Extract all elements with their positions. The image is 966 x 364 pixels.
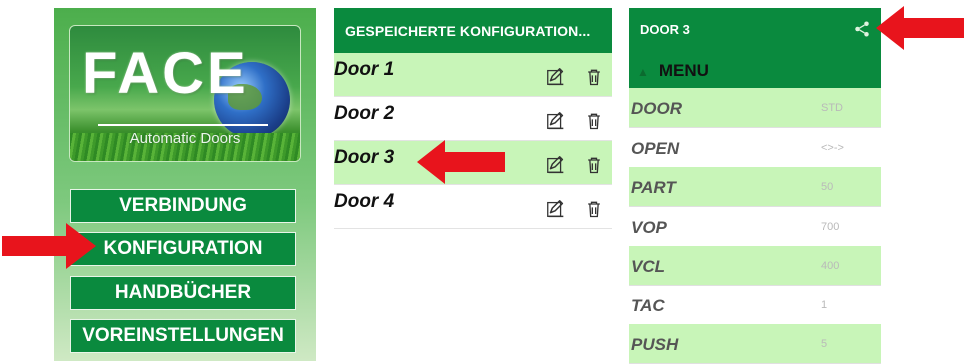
- param-key: DOOR: [631, 99, 682, 118]
- config-item-door-1[interactable]: Door 1: [334, 53, 612, 97]
- delete-icon[interactable]: [584, 198, 604, 220]
- share-icon[interactable]: [853, 20, 871, 38]
- config-name: Door 4: [334, 191, 395, 212]
- param-key: PUSH: [631, 335, 679, 354]
- edit-icon[interactable]: [545, 154, 567, 176]
- logo-title: FACE: [82, 41, 249, 106]
- param-key: OPEN: [631, 139, 680, 158]
- arrow-left-icon: [876, 6, 964, 50]
- param-row-push[interactable]: PUSH 5: [629, 324, 881, 364]
- config-name: Door 1: [334, 59, 395, 80]
- config-item-door-4[interactable]: Door 4: [334, 185, 612, 229]
- param-value: 700: [821, 221, 840, 233]
- edit-icon[interactable]: [545, 198, 567, 220]
- edit-icon[interactable]: [545, 110, 567, 132]
- menu-toggle[interactable]: ▲ MENU: [637, 61, 709, 81]
- home-screen: FACE Automatic Doors VERBINDUNG KONFIGUR…: [54, 8, 316, 361]
- config-item-door-2[interactable]: Door 2: [334, 97, 612, 141]
- param-value: 5: [821, 338, 828, 350]
- edit-icon[interactable]: [545, 66, 567, 88]
- logo-divider: [98, 124, 268, 126]
- voreinstellungen-button[interactable]: VOREINSTELLUNGEN: [70, 319, 296, 353]
- logo-subtitle: Automatic Doors: [129, 130, 241, 147]
- delete-icon[interactable]: [584, 66, 604, 88]
- arrow-right-icon: [2, 223, 96, 269]
- door-title: DOOR 3: [640, 22, 690, 37]
- handbuecher-button[interactable]: HANDBÜCHER: [70, 276, 296, 310]
- menu-label: MENU: [658, 61, 709, 80]
- face-logo: FACE Automatic Doors: [69, 25, 301, 162]
- saved-configurations-title: GESPEICHERTE KONFIGURATION...: [334, 8, 612, 53]
- param-row-part[interactable]: PART 50: [629, 167, 881, 207]
- param-row-tac[interactable]: TAC 1: [629, 285, 881, 325]
- param-row-vop[interactable]: VOP 700: [629, 207, 881, 247]
- param-value: <>->: [821, 142, 844, 154]
- delete-icon[interactable]: [584, 110, 604, 132]
- arrow-left-icon: [417, 140, 505, 184]
- konfiguration-button[interactable]: KONFIGURATION: [70, 232, 296, 266]
- param-key: VCL: [631, 257, 665, 276]
- param-value: 400: [821, 260, 840, 272]
- param-key: PART: [631, 178, 676, 197]
- param-value: STD: [821, 102, 843, 114]
- verbindung-button[interactable]: VERBINDUNG: [70, 189, 296, 223]
- saved-configurations-screen: GESPEICHERTE KONFIGURATION... Door 1 Doo…: [334, 8, 612, 238]
- param-value: 1: [821, 299, 828, 311]
- chevron-up-icon: ▲: [637, 65, 649, 79]
- config-name: Door 3: [334, 147, 395, 168]
- param-row-door[interactable]: DOOR STD: [629, 88, 881, 128]
- delete-icon[interactable]: [584, 154, 604, 176]
- param-row-open[interactable]: OPEN <>->: [629, 128, 881, 168]
- door-detail-header: DOOR 3 ▲ MENU: [629, 8, 881, 88]
- param-key: TAC: [631, 296, 665, 315]
- door-detail-screen: DOOR 3 ▲ MENU DOOR STD OPEN <>-> PART 50 VOP…: [629, 8, 881, 364]
- param-value: 50: [821, 181, 834, 193]
- config-name: Door 2: [334, 103, 395, 124]
- param-key: VOP: [631, 218, 667, 237]
- param-row-vcl[interactable]: VCL 400: [629, 246, 881, 286]
